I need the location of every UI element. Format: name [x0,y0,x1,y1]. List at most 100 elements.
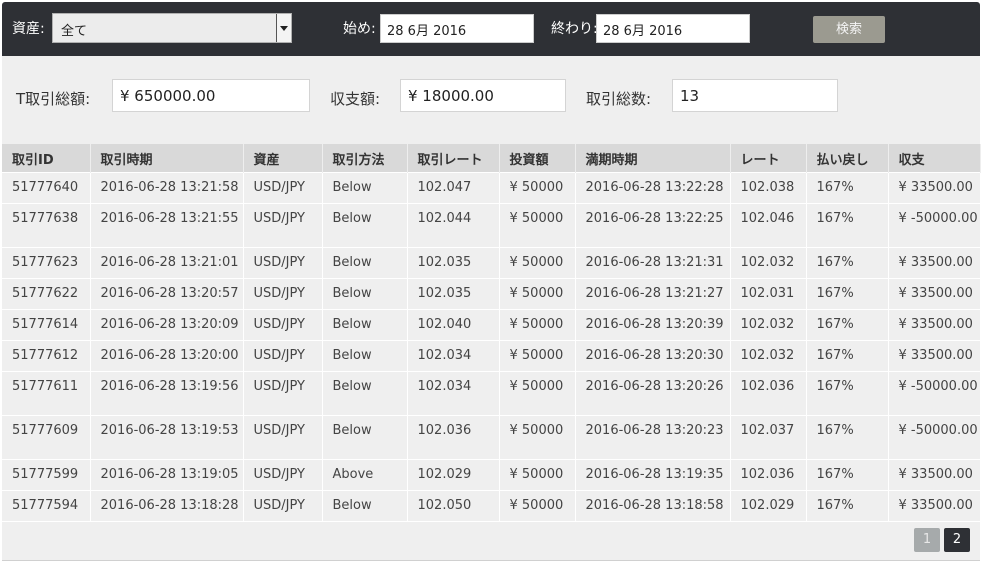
cell-investment: ¥ 50000 [499,309,576,341]
cell-direction: Below [322,172,408,204]
cell-trade-id: 51777638 [2,203,91,248]
end-date-label: 終わり: [551,21,598,37]
cell-profit: ¥ 33500.00 [888,309,981,341]
cell-trade-time: 2016-06-28 13:21:58 [90,172,244,204]
cell-trade-time: 2016-06-28 13:18:28 [90,490,244,521]
filter-bar: 資産: 全て 始め: 28 6月 2016 終わり: 28 6月 2016 検索 [2,2,980,56]
start-date-label: 始め: [343,21,376,37]
cell-expiry-time: 2016-06-28 13:22:25 [575,203,731,248]
cell-rate: 102.031 [730,278,807,310]
cell-rate: 102.037 [730,415,807,460]
column-header-payout[interactable]: 払い戻し [806,144,889,173]
cell-expiry-time: 2016-06-28 13:20:23 [575,415,731,460]
cell-investment: ¥ 50000 [499,415,576,460]
table-row: 51777623 2016-06-28 13:21:01 USD/JPY Bel… [2,247,981,279]
cell-payout: 167% [806,172,889,204]
cell-rate: 102.046 [730,203,807,248]
chevron-down-icon[interactable] [276,14,291,42]
cell-direction: Above [322,459,408,491]
column-header-trade-id[interactable]: 取引ID [2,144,91,173]
cell-investment: ¥ 50000 [499,340,576,372]
cell-trade-rate: 102.036 [407,415,500,460]
cell-trade-rate: 102.040 [407,309,500,341]
table-header-row: 取引ID 取引時期 資産 取引方法 取引レート 投資額 満期時期 レート 払い戻… [2,144,981,173]
total-amount-value: ¥ 650000.00 [112,79,310,112]
cell-investment: ¥ 50000 [499,203,576,248]
table-row: 51777638 2016-06-28 13:21:55 USD/JPY Bel… [2,203,981,248]
column-header-investment[interactable]: 投資額 [499,144,576,173]
cell-trade-rate: 102.029 [407,459,500,491]
cell-trade-id: 51777640 [2,172,91,204]
cell-asset: USD/JPY [243,247,323,279]
cell-expiry-time: 2016-06-28 13:20:26 [575,371,731,416]
cell-asset: USD/JPY [243,340,323,372]
cell-expiry-time: 2016-06-28 13:21:31 [575,247,731,279]
total-amount-label: T取引総額: [16,90,91,108]
cell-payout: 167% [806,340,889,372]
cell-trade-id: 51777614 [2,309,91,341]
cell-trade-rate: 102.034 [407,371,500,416]
cell-asset: USD/JPY [243,415,323,460]
pagination-bar: 1 2 [2,522,980,561]
column-header-trade-rate[interactable]: 取引レート [407,144,500,173]
column-header-trade-time[interactable]: 取引時期 [90,144,244,173]
page-button-2[interactable]: 2 [944,528,970,552]
cell-trade-id: 51777609 [2,415,91,460]
cell-direction: Below [322,415,408,460]
asset-label: 資産: [12,21,45,37]
column-header-profit[interactable]: 収支 [888,144,981,173]
cell-direction: Below [322,490,408,521]
cell-asset: USD/JPY [243,490,323,521]
cell-rate: 102.032 [730,309,807,341]
cell-trade-time: 2016-06-28 13:20:57 [90,278,244,310]
cell-rate: 102.036 [730,371,807,416]
cell-expiry-time: 2016-06-28 13:21:27 [575,278,731,310]
column-header-direction[interactable]: 取引方法 [322,144,408,173]
cell-trade-id: 51777612 [2,340,91,372]
table-row: 51777611 2016-06-28 13:19:56 USD/JPY Bel… [2,371,981,416]
cell-profit: ¥ 33500.00 [888,278,981,310]
column-header-rate[interactable]: レート [730,144,807,173]
cell-direction: Below [322,278,408,310]
cell-payout: 167% [806,309,889,341]
cell-trade-rate: 102.035 [407,278,500,310]
cell-payout: 167% [806,203,889,248]
cell-trade-time: 2016-06-28 13:21:01 [90,247,244,279]
cell-trade-rate: 102.044 [407,203,500,248]
cell-trade-time: 2016-06-28 13:19:05 [90,459,244,491]
table-row: 51777609 2016-06-28 13:19:53 USD/JPY Bel… [2,415,981,460]
cell-trade-time: 2016-06-28 13:20:09 [90,309,244,341]
cell-payout: 167% [806,371,889,416]
asset-select[interactable]: 全て [52,13,292,43]
search-button[interactable]: 検索 [813,16,885,43]
column-header-expiry-time[interactable]: 満期時期 [575,144,731,173]
cell-investment: ¥ 50000 [499,490,576,521]
cell-profit: ¥ 33500.00 [888,172,981,204]
cell-rate: 102.032 [730,340,807,372]
cell-profit: ¥ 33500.00 [888,459,981,491]
start-date-input[interactable]: 28 6月 2016 [380,14,534,43]
cell-direction: Below [322,203,408,248]
column-header-asset[interactable]: 資産 [243,144,323,173]
cell-expiry-time: 2016-06-28 13:20:39 [575,309,731,341]
cell-asset: USD/JPY [243,278,323,310]
cell-asset: USD/JPY [243,309,323,341]
cell-expiry-time: 2016-06-28 13:22:28 [575,172,731,204]
cell-investment: ¥ 50000 [499,172,576,204]
cell-profit: ¥ 33500.00 [888,247,981,279]
table-row: 51777599 2016-06-28 13:19:05 USD/JPY Abo… [2,459,981,491]
cell-asset: USD/JPY [243,203,323,248]
cell-rate: 102.029 [730,490,807,521]
cell-profit: ¥ -50000.00 [888,203,981,248]
page-button-1[interactable]: 1 [914,528,940,552]
cell-trade-time: 2016-06-28 13:19:56 [90,371,244,416]
cell-profit: ¥ -50000.00 [888,371,981,416]
trade-count-value: 13 [672,79,838,112]
cell-asset: USD/JPY [243,371,323,416]
cell-payout: 167% [806,415,889,460]
end-date-input[interactable]: 28 6月 2016 [596,14,750,43]
cell-asset: USD/JPY [243,459,323,491]
cell-rate: 102.032 [730,247,807,279]
cell-direction: Below [322,340,408,372]
table-row: 51777612 2016-06-28 13:20:00 USD/JPY Bel… [2,340,981,372]
